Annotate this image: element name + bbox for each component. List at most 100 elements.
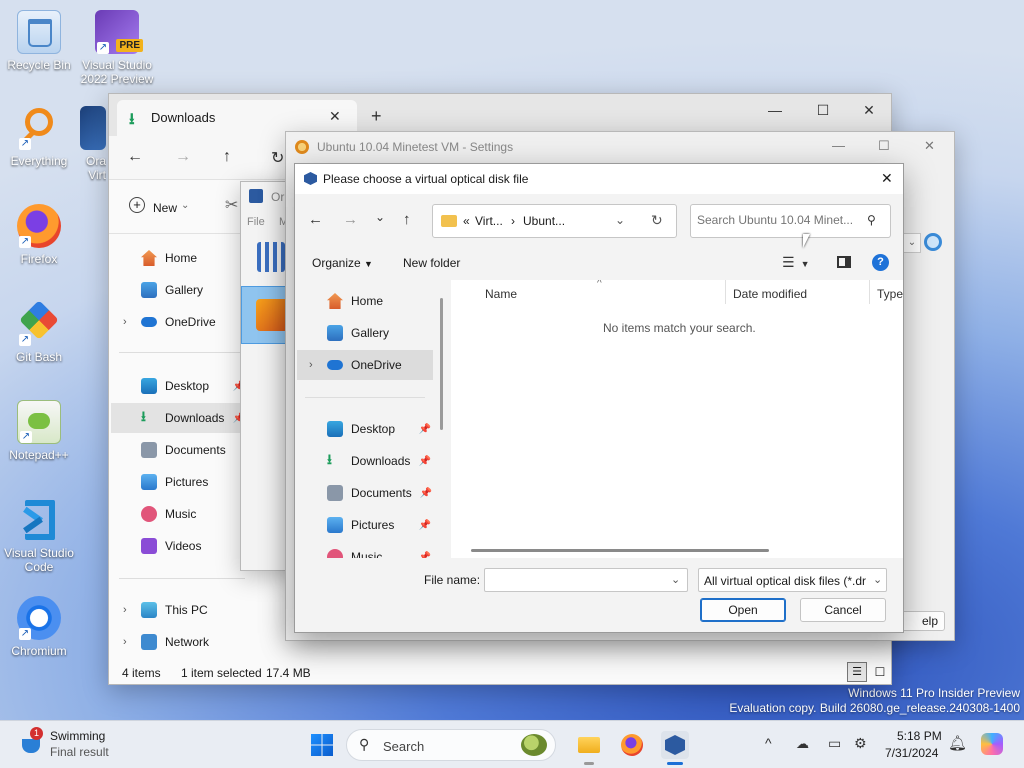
organize-button[interactable]: Organize ▼ xyxy=(312,256,373,270)
taskbar-file-explorer[interactable] xyxy=(575,731,603,765)
nav-item-downloads[interactable]: ⭳ Downloads 📌 xyxy=(327,446,431,476)
maximize-icon[interactable]: ☐ xyxy=(800,94,846,126)
tools-icon[interactable] xyxy=(257,242,285,272)
cut-icon[interactable]: ✂ xyxy=(225,195,238,215)
minimize-icon[interactable]: — xyxy=(752,94,798,126)
open-button[interactable]: Open xyxy=(700,598,786,622)
column-header-type[interactable]: Type xyxy=(877,287,903,301)
new-tab-icon[interactable]: + xyxy=(371,106,382,127)
breadcrumb-ubuntu[interactable]: Ubunt... xyxy=(523,214,565,228)
address-bar[interactable]: « Virt... › Ubunt... ⌄ ↻ xyxy=(432,204,677,238)
desktop-icon-vscode[interactable]: Visual Studio Code xyxy=(1,498,77,574)
column-divider[interactable] xyxy=(869,280,870,304)
close-icon[interactable]: ✕ xyxy=(924,138,935,154)
settings-dropdown-fragment[interactable]: ⌄ xyxy=(903,233,921,253)
start-button[interactable] xyxy=(308,731,336,759)
recent-locations-icon[interactable]: ⌄ xyxy=(375,210,385,224)
gallery-icon xyxy=(141,282,157,298)
nav-item-this-pc[interactable]: › This PC xyxy=(123,595,208,625)
minimize-icon[interactable]: — xyxy=(832,138,845,153)
nav-item-pictures[interactable]: Pictures xyxy=(141,467,245,497)
nav-item-desktop[interactable]: Desktop 📌 xyxy=(141,371,245,401)
taskbar-firefox[interactable] xyxy=(618,731,646,759)
display-icon[interactable]: ▭ xyxy=(828,735,841,752)
copilot-icon[interactable] xyxy=(981,733,1003,755)
clock-time[interactable]: 5:18 PM xyxy=(897,729,942,743)
chevron-down-icon[interactable]: ⌄ xyxy=(615,213,625,227)
weather-widget[interactable]: 1 Swimming Final result xyxy=(20,727,160,763)
refresh-icon[interactable]: ↻ xyxy=(271,148,284,168)
up-icon[interactable]: ↑ xyxy=(403,211,411,228)
nav-item-downloads[interactable]: ⭳ Downloads 📌 xyxy=(141,403,245,433)
close-tab-icon[interactable]: ✕ xyxy=(329,108,341,125)
maximize-icon[interactable]: ☐ xyxy=(878,138,890,154)
chevron-right-icon[interactable]: › xyxy=(123,316,133,328)
settings-status-icon[interactable]: ⚙ xyxy=(854,735,867,752)
desktop-icon-git-bash[interactable]: ↗ Git Bash xyxy=(1,300,77,364)
nav-item-home[interactable]: Home xyxy=(327,286,383,316)
nav-item-gallery[interactable]: Gallery xyxy=(327,318,389,348)
close-icon[interactable]: ✕ xyxy=(881,170,893,187)
desktop-icon-chromium[interactable]: ↗ Chromium xyxy=(1,596,77,658)
nav-item-music[interactable]: Music xyxy=(141,499,245,529)
refresh-icon[interactable]: ↻ xyxy=(651,212,663,229)
desktop-icon-firefox[interactable]: ↗ Firefox xyxy=(1,204,77,266)
desktop-icon-recycle-bin[interactable]: Recycle Bin xyxy=(1,10,77,72)
chevron-right-icon[interactable]: › xyxy=(123,604,133,616)
nav-item-home[interactable]: Home xyxy=(141,243,197,273)
new-folder-button[interactable]: New folder xyxy=(403,256,460,270)
tiles-view-icon[interactable]: ☐ xyxy=(871,662,889,682)
file-type-select[interactable]: All virtual optical disk files (*.dr ⌄ xyxy=(698,568,887,592)
chevron-down-icon[interactable]: ⌄ xyxy=(671,573,680,586)
search-box[interactable]: ⚲ xyxy=(690,204,891,238)
back-icon[interactable]: ← xyxy=(127,148,143,166)
help-icon[interactable]: ? xyxy=(872,254,889,271)
nav-item-desktop[interactable]: Desktop 📌 xyxy=(327,414,431,444)
horizontal-scrollbar[interactable] xyxy=(471,549,769,552)
nav-item-gallery[interactable]: Gallery xyxy=(141,275,203,305)
search-input[interactable] xyxy=(697,213,861,227)
network-status-icon[interactable]: ☁ xyxy=(796,736,809,752)
new-button[interactable]: New xyxy=(153,201,177,215)
menu-file[interactable]: File xyxy=(247,216,265,228)
back-icon[interactable]: ← xyxy=(308,211,323,228)
cancel-button[interactable]: Cancel xyxy=(800,598,886,622)
column-header-date[interactable]: Date modified xyxy=(733,287,807,301)
view-options-icon[interactable]: ☰ ▼ xyxy=(782,254,809,271)
forward-icon[interactable]: → xyxy=(175,148,191,166)
column-header-name[interactable]: Name xyxy=(485,287,517,301)
nav-item-network[interactable]: › Network xyxy=(123,627,209,657)
nav-item-videos[interactable]: Videos xyxy=(141,531,245,561)
clock-date[interactable]: 7/31/2024 xyxy=(885,746,938,760)
nav-item-pictures[interactable]: Pictures 📌 xyxy=(327,510,431,540)
add-optical-disk-icon[interactable] xyxy=(924,233,942,251)
desktop-icon-oracle-virtualbox[interactable]: Ora Virt xyxy=(80,106,106,182)
desktop-icon-everything[interactable]: ↗ Everything xyxy=(1,106,77,168)
taskbar-search[interactable]: ⚲ Search xyxy=(346,729,556,761)
chevron-right-icon[interactable]: › xyxy=(123,636,133,648)
nav-item-onedrive[interactable]: › OneDrive xyxy=(309,350,402,380)
close-icon[interactable]: ✕ xyxy=(846,94,892,126)
breadcrumb-virtualbox[interactable]: Virt... xyxy=(475,214,503,228)
optical-disk-file-dialog[interactable]: Please choose a virtual optical disk fil… xyxy=(294,163,904,633)
chevron-right-icon[interactable]: › xyxy=(309,359,319,371)
nav-item-documents[interactable]: Documents 📌 xyxy=(327,478,432,508)
nav-item-onedrive[interactable]: › OneDrive xyxy=(123,307,216,337)
desktop-icon-visual-studio[interactable]: PRE ↗ Visual Studio 2022 Preview xyxy=(79,10,155,86)
nav-scrollbar[interactable] xyxy=(440,298,443,430)
search-highlight-icon xyxy=(521,734,547,756)
column-divider[interactable] xyxy=(725,280,726,304)
file-list-pane[interactable]: ^ Name Date modified Type No items match… xyxy=(451,280,903,558)
notifications-bell-icon[interactable]: 🔔︎ xyxy=(948,734,967,752)
taskbar-virtualbox[interactable] xyxy=(661,731,689,765)
details-view-icon[interactable]: ☰ xyxy=(847,662,867,682)
up-icon[interactable]: ↑ xyxy=(223,148,231,166)
file-name-input[interactable] xyxy=(489,573,661,587)
show-hidden-icons-icon[interactable]: ^ xyxy=(765,735,772,751)
file-name-combobox[interactable]: ⌄ xyxy=(484,568,688,592)
nav-item-documents[interactable]: Documents xyxy=(141,435,245,465)
forward-icon[interactable]: → xyxy=(343,211,358,228)
desktop-icon-notepad-plus-plus[interactable]: ↗ Notepad++ xyxy=(1,400,77,462)
preview-pane-icon[interactable] xyxy=(837,256,851,268)
nav-item-music[interactable]: Music 📌 xyxy=(327,542,431,558)
